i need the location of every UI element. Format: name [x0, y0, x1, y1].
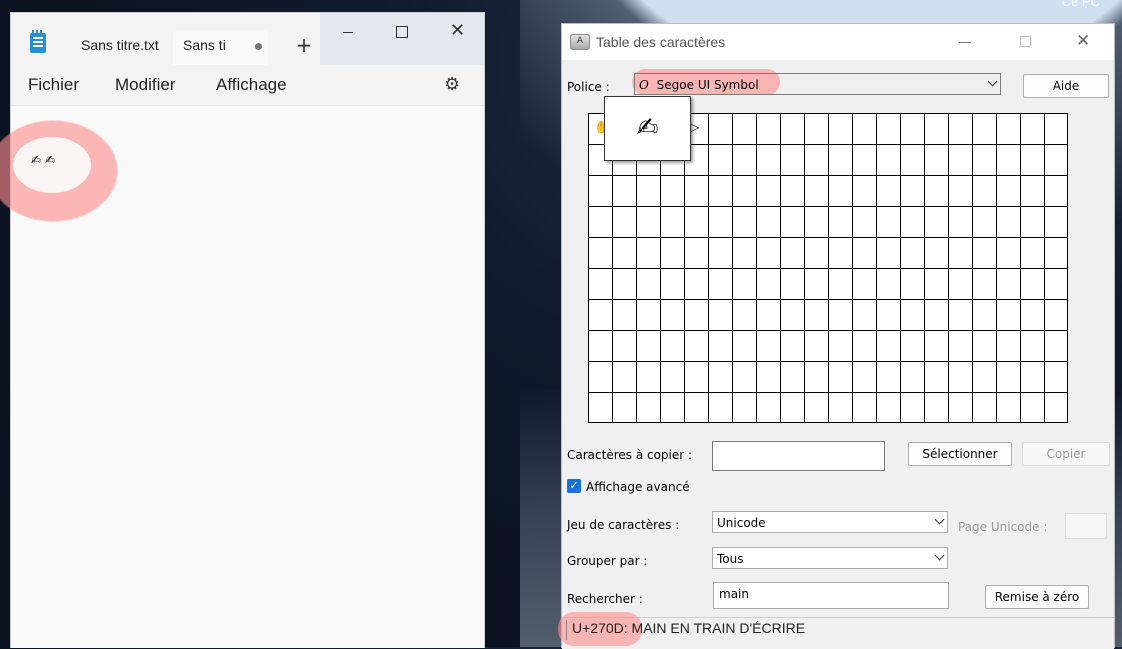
opentype-font-icon: O: [639, 78, 649, 92]
unicode-page-input: [1065, 513, 1107, 539]
minimize-button[interactable]: [945, 28, 985, 56]
status-text: U+270D: MAIN EN TRAIN D'ÉCRIRE: [572, 620, 806, 636]
minimize-icon: [343, 32, 353, 33]
notepad-window: Sans titre.txt Sans ti + ✕ Fichier Modif…: [0, 12, 485, 648]
charset-select[interactable]: Unicode: [712, 511, 948, 533]
tab-sans-titre-active[interactable]: Sans ti: [173, 30, 268, 65]
minimize-icon: [959, 42, 971, 43]
menu-fichier[interactable]: Fichier: [28, 75, 79, 95]
menu-affichage[interactable]: Affichage: [216, 75, 287, 95]
menu-modifier[interactable]: Modifier: [115, 75, 175, 95]
minimize-button[interactable]: [320, 13, 375, 51]
charmap-app-icon: A: [570, 34, 590, 50]
close-button[interactable]: ✕: [430, 13, 485, 51]
font-select-value: Segoe UI Symbol: [656, 78, 759, 92]
font-label: Police :: [567, 80, 610, 94]
chevron-down-icon: [934, 550, 945, 561]
close-icon: ✕: [450, 20, 466, 41]
chevron-down-icon: [934, 514, 945, 525]
charset-label: Jeu de caractères :: [567, 518, 680, 532]
gear-icon[interactable]: ⚙: [444, 74, 460, 95]
unicode-page-label: Page Unicode :: [958, 520, 1048, 534]
font-select[interactable]: O Segoe UI Symbol: [634, 73, 1001, 95]
window-title: Table des caractères: [596, 34, 726, 50]
maximize-button[interactable]: [375, 13, 430, 51]
notepad-window-controls: ✕: [320, 13, 484, 65]
search-label: Rechercher :: [567, 592, 643, 606]
character-map-window: A Table des caractères ✕ Police : O Sego…: [558, 23, 1115, 649]
unsaved-dot-icon[interactable]: [255, 43, 262, 50]
grid-cell-5[interactable]: ▷: [690, 120, 699, 134]
select-button[interactable]: Sélectionner: [908, 442, 1012, 466]
desktop-this-pc-label[interactable]: Ce PC: [1062, 0, 1100, 9]
group-by-label: Grouper par :: [567, 554, 648, 568]
charset-select-value: Unicode: [717, 516, 766, 530]
advanced-view-checkbox[interactable]: ✓: [567, 479, 581, 493]
help-button[interactable]: Aide: [1023, 74, 1109, 98]
tab-label: Sans titre.txt: [81, 37, 159, 53]
characters-to-copy-input[interactable]: [712, 441, 885, 471]
copy-button[interactable]: Copier: [1022, 442, 1110, 466]
notepad-menubar: Fichier Modifier Affichage ⚙: [11, 65, 484, 106]
status-separator: [566, 620, 567, 640]
notepad-text-content[interactable]: ✍ ✍: [31, 153, 55, 167]
chevron-down-icon: [987, 76, 998, 87]
maximize-icon: [1020, 36, 1031, 47]
maximize-icon: [396, 26, 408, 38]
tab-sans-titre-txt[interactable]: Sans titre.txt: [81, 30, 171, 65]
group-by-select-value: Tous: [717, 552, 744, 566]
notepad-titlebar[interactable]: Sans titre.txt Sans ti + ✕: [11, 13, 484, 65]
close-icon: ✕: [1076, 31, 1091, 51]
close-button[interactable]: ✕: [1063, 28, 1103, 56]
tab-label: Sans ti: [183, 37, 226, 53]
advanced-view-label[interactable]: Affichage avancé: [586, 480, 690, 494]
group-by-select[interactable]: Tous: [712, 547, 948, 569]
charmap-titlebar[interactable]: A Table des caractères ✕: [562, 24, 1114, 60]
new-tab-button[interactable]: +: [294, 32, 314, 58]
maximize-button: [1005, 28, 1045, 56]
character-zoom-popup: ✍: [604, 96, 691, 161]
reset-button[interactable]: Remise à zéro: [985, 585, 1089, 609]
characters-to-copy-label: Caractères à copier :: [567, 448, 693, 462]
notepad-icon: [30, 30, 46, 53]
search-input[interactable]: main: [713, 582, 949, 609]
